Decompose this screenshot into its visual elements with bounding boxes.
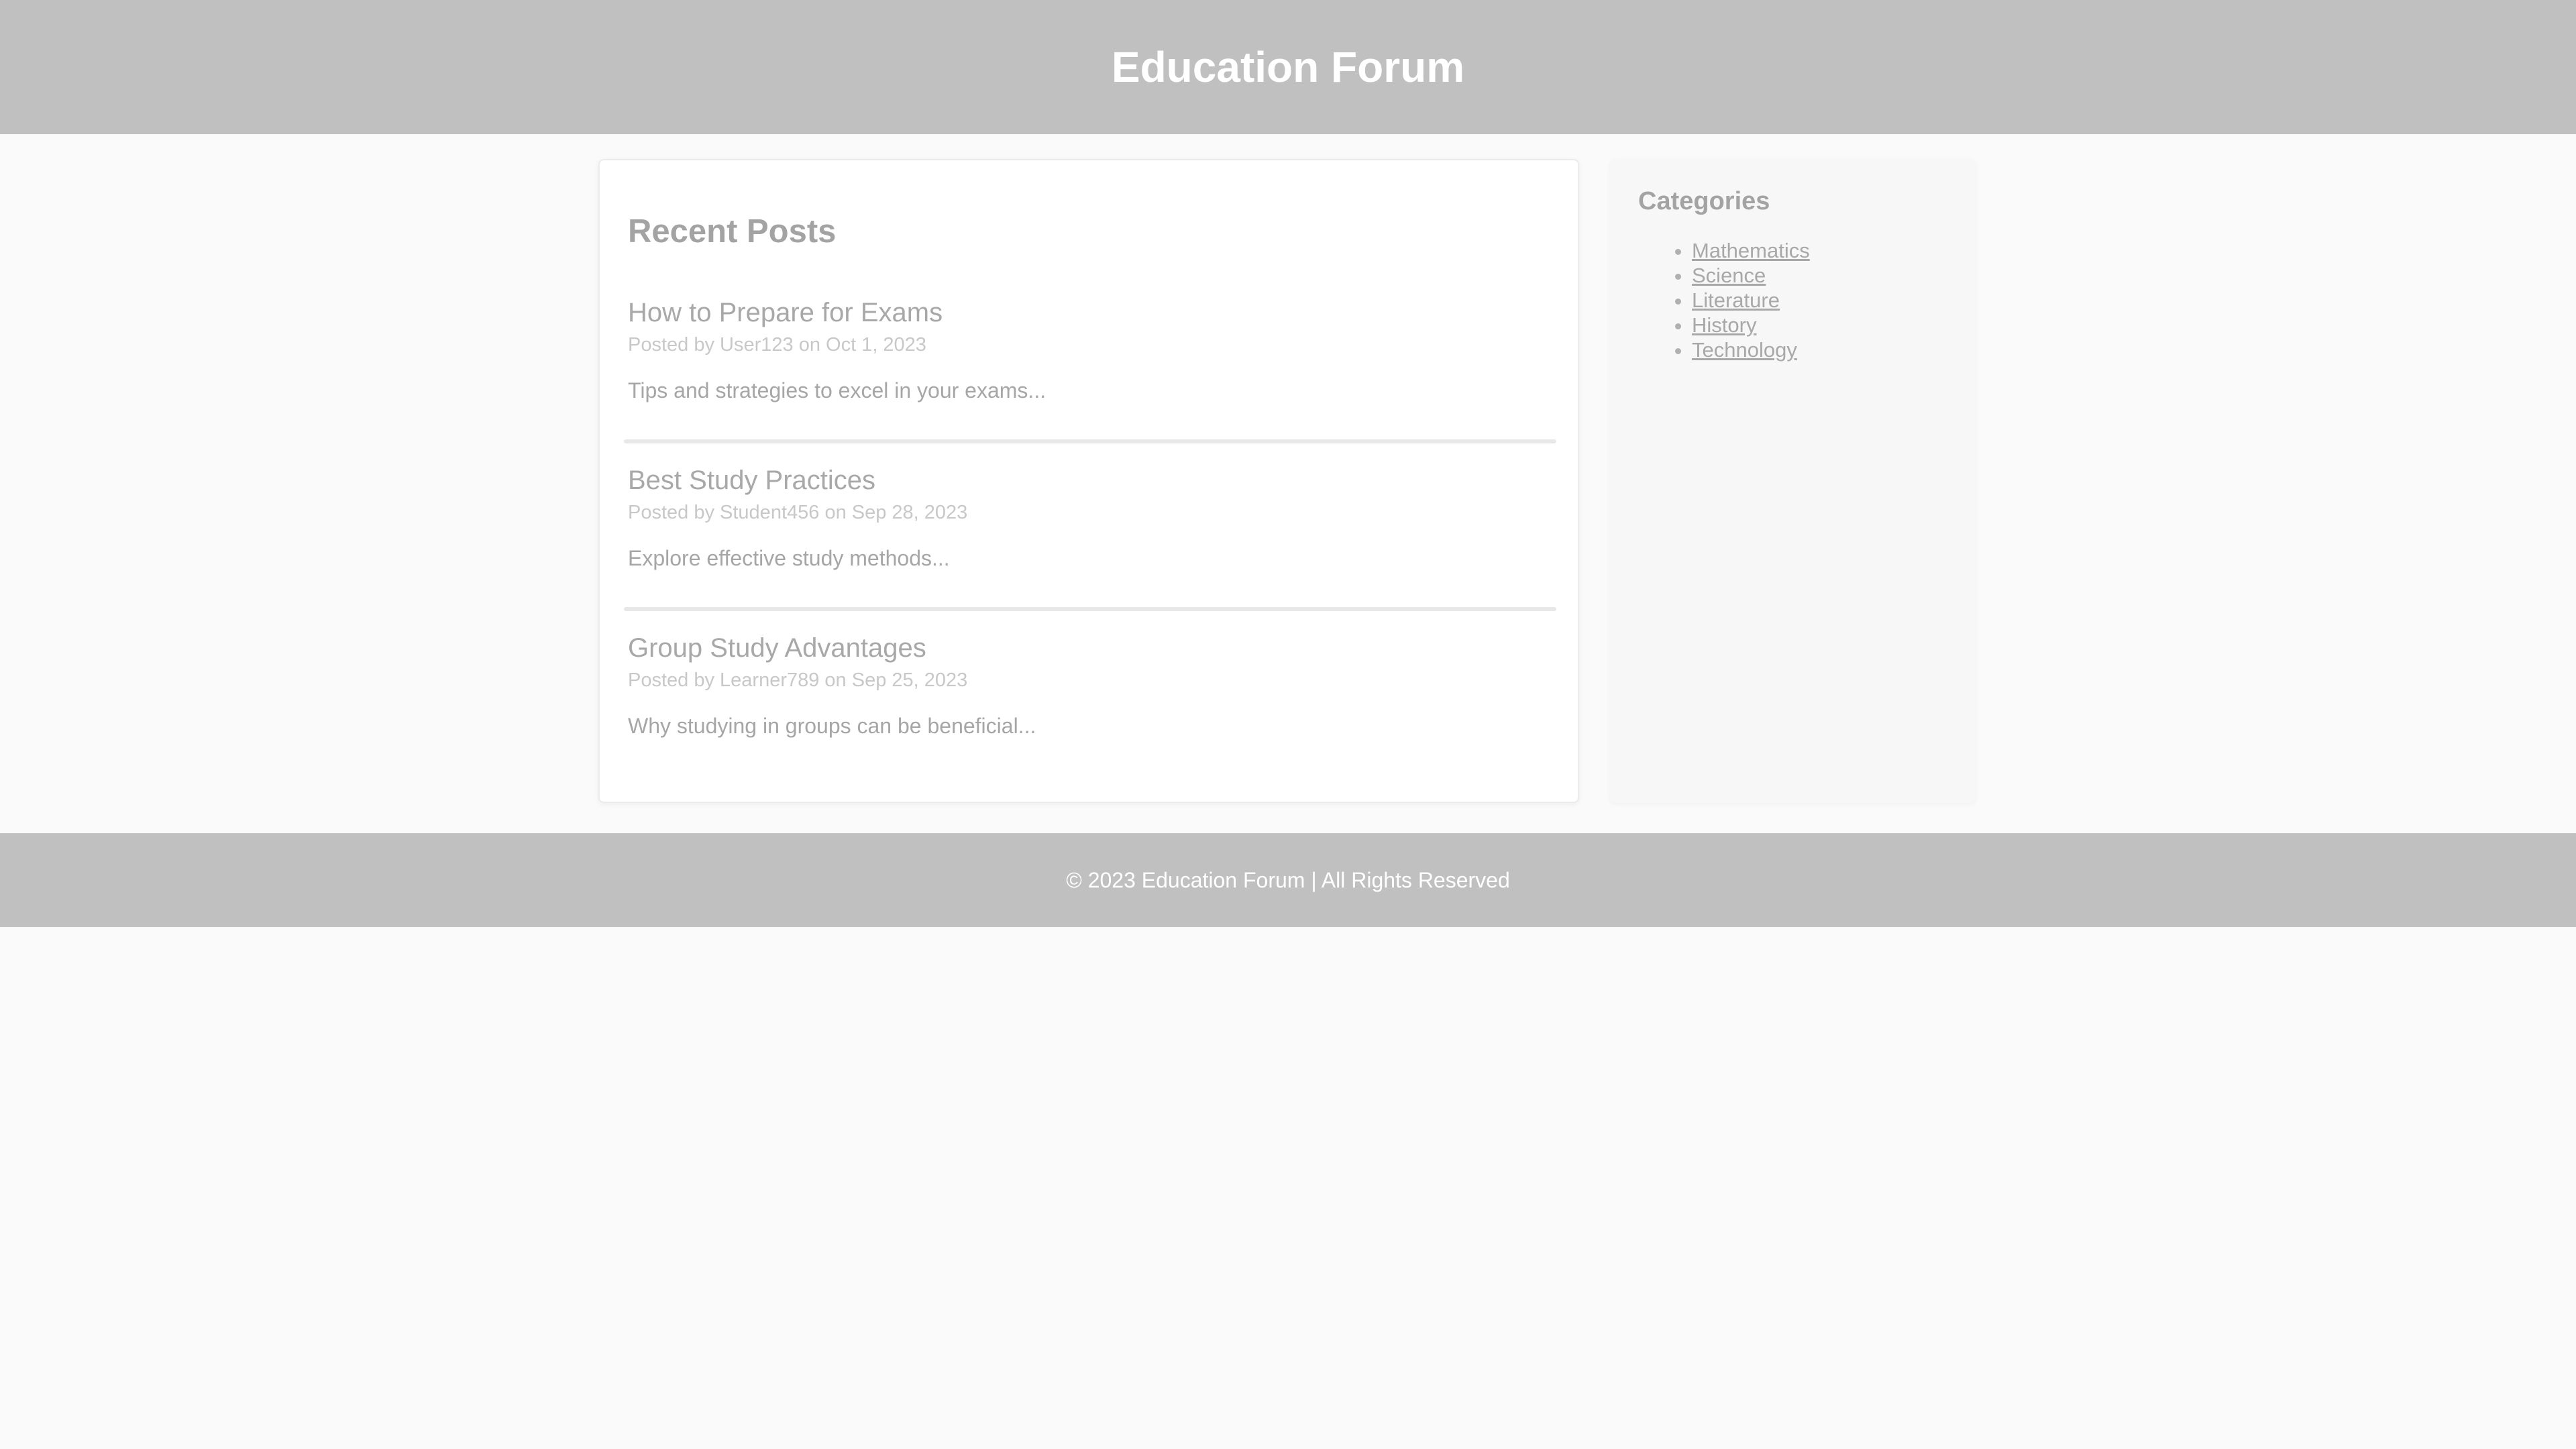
post-meta: Posted by Student456 on Sep 28, 2023 — [628, 502, 968, 523]
category-link-science[interactable]: Science — [1692, 264, 1766, 287]
post-excerpt: Explore effective study methods... — [628, 546, 950, 570]
category-link-history[interactable]: History — [1692, 313, 1756, 337]
post-divider — [624, 439, 1556, 443]
post-meta: Posted by Learner789 on Sep 25, 2023 — [628, 669, 968, 691]
site-footer: © 2023 Education Forum | All Rights Rese… — [0, 833, 2576, 927]
site-title: Education Forum — [1111, 43, 1465, 91]
category-item: Science — [1692, 263, 1810, 288]
category-link-literature[interactable]: Literature — [1692, 288, 1780, 312]
site-header: Education Forum — [0, 0, 2576, 134]
post-meta: Posted by User123 on Oct 1, 2023 — [628, 334, 926, 356]
section-title: Recent Posts — [628, 213, 837, 250]
post-title[interactable]: Best Study Practices — [628, 464, 1554, 496]
categories-list: Mathematics Science Literature History T… — [1638, 238, 1810, 362]
post-item[interactable]: Group Study Advantages Posted by Learner… — [628, 632, 1554, 739]
category-link-mathematics[interactable]: Mathematics — [1692, 239, 1810, 262]
category-item: Mathematics — [1692, 238, 1810, 263]
recent-posts-panel: Recent Posts How to Prepare for Exams Po… — [598, 159, 1579, 803]
category-item: Literature — [1692, 288, 1810, 313]
post-title[interactable]: Group Study Advantages — [628, 632, 1554, 664]
post-excerpt: Tips and strategies to excel in your exa… — [628, 378, 1046, 402]
post-excerpt: Why studying in groups can be beneficial… — [628, 714, 1036, 738]
footer-copyright: © 2023 Education Forum | All Rights Rese… — [1066, 867, 1510, 892]
category-item: History — [1692, 313, 1810, 337]
post-title[interactable]: How to Prepare for Exams — [628, 297, 1554, 329]
post-item[interactable]: Best Study Practices Posted by Student45… — [628, 464, 1554, 572]
category-item: Technology — [1692, 337, 1810, 362]
category-link-technology[interactable]: Technology — [1692, 338, 1797, 362]
categories-title: Categories — [1638, 187, 1770, 215]
post-divider — [624, 607, 1556, 611]
categories-sidebar: Categories Mathematics Science Literatur… — [1610, 159, 1976, 803]
post-item[interactable]: How to Prepare for Exams Posted by User1… — [628, 297, 1554, 404]
